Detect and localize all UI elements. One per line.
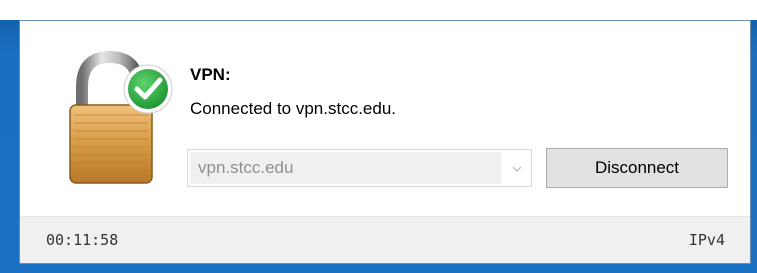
server-select-value: vpn.stcc.edu bbox=[198, 158, 294, 177]
chevron-down-icon[interactable] bbox=[511, 163, 523, 175]
disconnect-button[interactable]: Disconnect bbox=[546, 148, 728, 188]
status-bar: 00:11:58 IPv4 bbox=[20, 216, 750, 263]
protocol-label: IPv4 bbox=[688, 231, 725, 249]
checkmark-icon bbox=[123, 64, 173, 114]
top-strip bbox=[0, 0, 757, 20]
elapsed-time: 00:11:58 bbox=[46, 231, 119, 249]
server-select[interactable]: vpn.stcc.edu bbox=[187, 149, 532, 187]
lock-connected-icon bbox=[69, 50, 173, 184]
vpn-dialog: VPN: Connected to vpn.stcc.edu. vpn.stcc… bbox=[19, 20, 751, 264]
connection-status: Connected to vpn.stcc.edu. bbox=[190, 99, 397, 118]
dialog-title: VPN: bbox=[190, 65, 231, 84]
